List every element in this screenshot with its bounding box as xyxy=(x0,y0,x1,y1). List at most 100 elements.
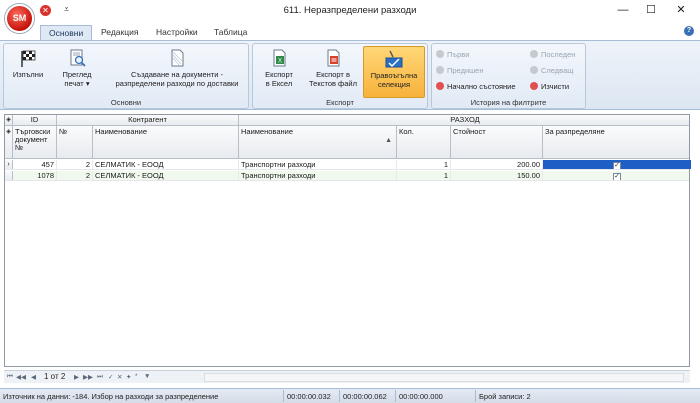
row-indicator-icon xyxy=(5,171,13,180)
col-header-distribute[interactable]: За разпределяне xyxy=(543,126,691,158)
horizontal-scrollbar[interactable] xyxy=(204,373,684,382)
cell-contractor[interactable]: СЕЛМАТИК - ЕООД xyxy=(93,160,239,169)
ribbon-group-main-label: Основни xyxy=(110,98,142,107)
nav-first-icon[interactable]: ⏮ xyxy=(7,373,13,381)
cell-value[interactable]: 200.00 xyxy=(451,160,543,169)
cell-value[interactable]: 150.00 xyxy=(451,171,543,180)
create-documents-label-2: разпределени разходи по доставки xyxy=(115,79,239,88)
col-header-doc[interactable]: Търговски документ № xyxy=(13,126,57,158)
grid-header-row: ◈ Търговски документ № № Наименование На… xyxy=(5,126,689,159)
col-header-qty[interactable]: Кол. xyxy=(397,126,451,158)
nav-add-icon[interactable]: ✦ xyxy=(126,373,131,381)
distribute-checkbox[interactable]: ✓ xyxy=(613,162,621,169)
export-excel-button[interactable]: X Експорт в Ексел xyxy=(257,48,301,88)
nav-check-icon[interactable]: ✓ xyxy=(108,373,113,381)
ribbon-group-main: Изпълни Преглед печат ▾ Създаване на док… xyxy=(3,43,249,109)
cell-qty[interactable]: 1 xyxy=(397,160,451,169)
cell-doc[interactable]: 1078 xyxy=(13,171,57,180)
cell-doc[interactable]: 457 xyxy=(13,160,57,169)
col-header-contractor-name[interactable]: Наименование xyxy=(93,126,239,158)
nav-append-icon[interactable]: * xyxy=(135,373,138,380)
band-expense: РАЗХОД xyxy=(450,115,480,124)
document-icon xyxy=(171,49,184,67)
filter-initial-label: Начално състояние xyxy=(447,82,516,91)
filter-clear-button[interactable]: Изчисти xyxy=(530,81,569,92)
filter-first-button[interactable]: Първи xyxy=(436,49,469,60)
distribute-checkbox[interactable]: ✓ xyxy=(613,173,621,180)
exit-label: Изпълни xyxy=(12,70,44,79)
cell-expense[interactable]: Транспортни разходи xyxy=(239,171,397,180)
ribbon: Изпълни Преглед печат ▾ Създаване на док… xyxy=(0,40,700,110)
nav-prev-icon[interactable]: ◀ xyxy=(31,373,36,381)
clear-filter-icon xyxy=(530,82,538,90)
tab-settings[interactable]: Настройки xyxy=(156,25,198,40)
tab-edit[interactable]: Редакция xyxy=(101,25,138,40)
export-text-label-2: Текстов файл xyxy=(309,79,357,88)
next-arrow-icon xyxy=(530,66,538,74)
maximize-button[interactable]: ☐ xyxy=(640,2,662,18)
header-corner-icon[interactable]: ◈ xyxy=(5,126,13,158)
exit-button[interactable]: Изпълни xyxy=(8,48,48,79)
ribbon-group-export: X Експорт в Ексел Експорт в Текстов файл… xyxy=(252,43,428,109)
filter-first-label: Първи xyxy=(447,50,470,59)
band-id: ID xyxy=(13,115,57,125)
rectangular-selection-label-1: Правоъгълна xyxy=(370,71,418,80)
tab-main[interactable]: Основни xyxy=(40,25,93,40)
export-text-button[interactable]: Експорт в Текстов файл xyxy=(305,48,361,88)
help-icon[interactable]: ? xyxy=(684,26,694,36)
nav-prev-page-icon[interactable]: ◀◀ xyxy=(16,373,26,381)
text-export-icon xyxy=(327,49,340,67)
prev-arrow-icon xyxy=(436,66,444,74)
cell-contractor[interactable]: СЕЛМАТИК - ЕООД xyxy=(93,171,239,180)
print-preview-label-1: Преглед xyxy=(62,70,92,79)
table-row[interactable]: 1078 2 СЕЛМАТИК - ЕООД Транспортни разхо… xyxy=(5,171,689,181)
col-header-expense-name-label: Наименование xyxy=(241,127,293,136)
filter-next-button[interactable]: Следващ xyxy=(530,65,573,76)
status-record-count: Брой записи: 2 xyxy=(479,392,531,401)
filter-initial-state-button[interactable]: Начално състояние xyxy=(436,81,516,92)
filter-clear-label: Изчисти xyxy=(541,82,570,91)
data-grid[interactable]: ◈ ID Контрагент РАЗХОД ◈ Търговски докум… xyxy=(4,114,691,367)
rectangular-selection-label-2: селекция xyxy=(377,80,411,89)
cell-no[interactable]: 2 xyxy=(57,171,93,180)
cell-distribute[interactable]: ✓ xyxy=(543,171,691,180)
rectangular-selection-button[interactable]: Правоъгълна селекция xyxy=(363,46,425,98)
export-excel-label-1: Експорт xyxy=(265,70,293,79)
status-time-2: 00:00:00.062 xyxy=(340,390,396,402)
create-documents-button[interactable]: Създаване на документи - разпределени ра… xyxy=(108,48,246,88)
create-documents-label-1: Създаване на документи - xyxy=(130,70,224,79)
svg-text:X: X xyxy=(278,59,282,65)
tab-table[interactable]: Таблица xyxy=(214,25,247,40)
nav-last-icon[interactable]: ⏭ xyxy=(97,373,103,381)
band-corner-icon[interactable]: ◈ xyxy=(5,115,13,125)
nav-next-icon[interactable]: ▶ xyxy=(74,373,79,381)
col-header-no[interactable]: № xyxy=(57,126,93,158)
cell-qty[interactable]: 1 xyxy=(397,171,451,180)
minimize-button[interactable]: — xyxy=(612,2,634,18)
filter-last-label: Последен xyxy=(541,50,576,59)
filter-last-button[interactable]: Последен xyxy=(530,49,575,60)
status-time-3: 00:00:00.000 xyxy=(396,390,476,402)
nav-next-page-icon[interactable]: ▶▶ xyxy=(83,373,93,381)
ribbon-group-export-label: Експорт xyxy=(326,98,354,107)
checkered-flag-icon xyxy=(21,50,36,67)
app-logo[interactable]: SM xyxy=(5,4,34,33)
cell-distribute[interactable]: ✓ xyxy=(543,160,691,169)
window-title: 611. Неразпределени разходи xyxy=(283,5,417,16)
close-button[interactable]: ✕ xyxy=(670,2,692,18)
print-preview-button[interactable]: Преглед печат ▾ xyxy=(54,48,100,88)
cell-expense[interactable]: Транспортни разходи xyxy=(239,160,397,169)
table-row[interactable]: › 457 2 СЕЛМАТИК - ЕООД Транспортни разх… xyxy=(5,160,691,170)
col-header-expense-name[interactable]: Наименование ▲ xyxy=(239,126,397,158)
grid-band-row: ◈ ID Контрагент РАЗХОД xyxy=(5,115,689,126)
nav-filter-icon[interactable]: ▼ xyxy=(144,373,150,380)
band-contractor: Контрагент xyxy=(57,115,239,125)
filter-prev-button[interactable]: Предишен xyxy=(436,65,483,76)
row-indicator-icon: › xyxy=(5,160,13,169)
grid-navigator: ⏮ ◀◀ ◀ 1 от 2 ▶ ▶▶ ⏭ ✓ ✕ ✦ * ▼ xyxy=(4,370,690,383)
first-arrow-icon xyxy=(436,50,444,58)
col-header-value[interactable]: Стойност xyxy=(451,126,543,158)
cell-no[interactable]: 2 xyxy=(57,160,93,169)
excel-export-icon: X xyxy=(273,49,286,67)
nav-cancel-icon[interactable]: ✕ xyxy=(117,373,122,381)
